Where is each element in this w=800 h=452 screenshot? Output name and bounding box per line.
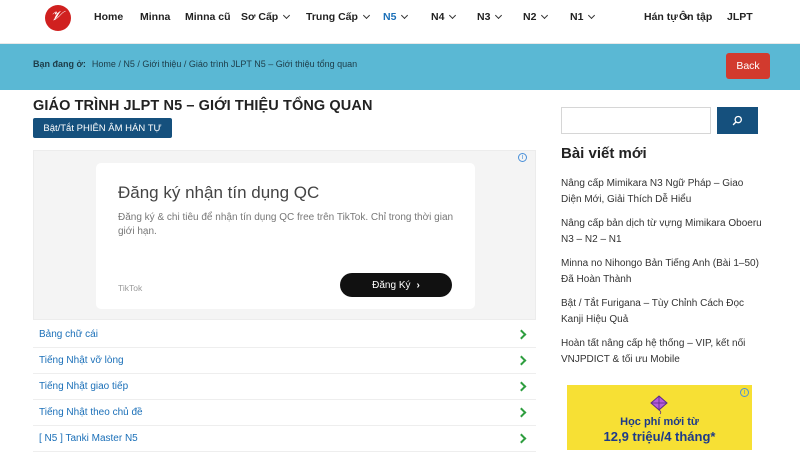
breadcrumb-band: Bạn đang ở: Home / N5 / Giới thiệu / Giáo… [0,44,800,90]
nav-item-label: N4 [431,11,445,23]
ad-cta-label: Đăng Ký [372,279,411,291]
breadcrumb-prefix: Bạn đang ở: [33,59,86,69]
recent-posts-heading: Bài viết mới [561,145,647,162]
list-item[interactable]: [ N5 ] Tanki Master N5 [33,426,536,452]
kite-icon [650,395,668,415]
ad-info-icon[interactable]: i [518,153,527,162]
sidebar-ad-line1: Học phí mới từ [620,416,699,428]
nav-item-2[interactable]: Minna cũ [185,11,231,23]
chevron-down-icon [401,11,409,20]
search-button[interactable] [717,107,758,134]
ad-brand: TikTok [118,283,143,293]
nav-item-5[interactable]: N5 [383,11,409,23]
search-input[interactable] [561,107,711,134]
ad-banner: i Đăng ký nhận tín dụng QC Đăng ký & chi… [33,150,536,320]
chevron-right-icon [516,329,527,340]
nav-item-1[interactable]: Minna [140,11,170,23]
nav-item-label: Home [94,11,124,23]
chevron-right-icon [516,381,527,392]
list-item[interactable]: Tiếng Nhật giao tiếp [33,374,536,400]
nav-item-label: Sơ Cấp [241,11,279,23]
recent-post-link[interactable]: Nâng cấp Mimikara N3 Ngữ Pháp – Giao Diệ… [561,176,766,208]
nav-item-label: Minna [140,11,171,23]
list-item-label: Tiếng Nhật vỡ lòng [39,355,124,366]
list-item-label: Bảng chữ cái [39,329,98,340]
list-item-label: Tiếng Nhật giao tiếp [39,381,129,392]
chevron-right-icon [516,407,527,418]
ad-info-icon[interactable]: i [740,388,749,397]
chevron-right-icon: › [416,279,420,291]
nav-item-label: Minna cũ [185,11,231,23]
chevron-down-icon [449,11,457,20]
nav-item-label: JLPT [727,11,753,23]
site-logo[interactable]: 𝓥 [45,5,71,31]
chevron-down-icon [495,11,503,20]
nav-item-11[interactable]: Ôn tập [679,11,712,23]
sidebar-ad[interactable]: i Học phí mới từ 12,9 triệu/4 tháng* [567,385,752,450]
list-item-label: Tiếng Nhật theo chủ đề [39,407,143,418]
list-item[interactable]: Tiếng Nhật theo chủ đề [33,400,536,426]
nav-item-label: N2 [523,11,537,23]
chevron-down-icon [541,11,549,20]
chevron-down-icon [283,11,291,20]
nav-item-6[interactable]: N4 [431,11,457,23]
ad-card[interactable]: Đăng ký nhận tín dụng QC Đăng ký & chi t… [96,163,475,309]
nav-item-4[interactable]: Trung Cấp [306,11,370,23]
nav-item-label: N3 [477,11,491,23]
nav-item-3[interactable]: Sơ Cấp [241,11,291,23]
ad-title: Đăng ký nhận tín dụng QC [118,183,320,202]
nav-item-label: Ôn tập [679,11,713,23]
recent-post-link[interactable]: Hoàn tất nâng cấp hệ thống – VIP, kết nố… [561,336,766,368]
nav-item-9[interactable]: N1 [570,11,596,23]
nav-item-12[interactable]: JLPT [727,11,753,23]
nav-item-label: Hán tự [644,11,678,23]
sidebar-ad-line2: 12,9 triệu/4 tháng* [603,429,716,444]
search-icon [732,115,742,126]
logo-mark-icon: 𝓥 [51,9,62,24]
breadcrumb: Bạn đang ở: Home / N5 / Giới thiệu / Giáo… [33,59,357,69]
page-title: GIÁO TRÌNH JLPT N5 – GIỚI THIỆU TỔNG QUA… [33,98,373,114]
ad-signup-button[interactable]: Đăng Ký › [340,273,452,297]
nav-item-7[interactable]: N3 [477,11,503,23]
chevron-down-icon [588,11,596,20]
chevron-right-icon [516,355,527,366]
recent-post-link[interactable]: Bật / Tắt Furigana – Tùy Chỉnh Cách Đọc … [561,296,766,328]
ad-description: Đăng ký & chi tiêu để nhận tín dụng QC f… [118,212,454,237]
toggle-furigana-button[interactable]: Bật/Tắt PHIÊN ÂM HÁN TỰ [33,118,172,138]
nav-item-8[interactable]: N2 [523,11,549,23]
list-item-label: [ N5 ] Tanki Master N5 [39,433,138,444]
nav-item-label: N5 [383,11,397,23]
nav-item-label: N1 [570,11,584,23]
recent-post-link[interactable]: Minna no Nihongo Bản Tiếng Anh (Bài 1–50… [561,256,766,288]
nav-item-0[interactable]: Home [94,11,123,23]
list-item[interactable]: Bảng chữ cái [33,322,536,348]
breadcrumb-path[interactable]: Home / N5 / Giới thiệu / Giáo trình JLPT… [92,59,357,69]
chevron-down-icon [362,11,370,20]
list-item[interactable]: Tiếng Nhật vỡ lòng [33,348,536,374]
recent-post-link[interactable]: Nâng cấp bản dịch từ vựng Mimikara Oboer… [561,216,766,248]
nav-item-label: Trung Cấp [306,11,358,23]
top-navigation: 𝓥 Home Minna Minna cũ Sơ Cấp Trung Cấp N5 N4 N3… [0,0,800,44]
back-button[interactable]: Back [726,53,770,79]
chevron-right-icon [516,433,527,444]
